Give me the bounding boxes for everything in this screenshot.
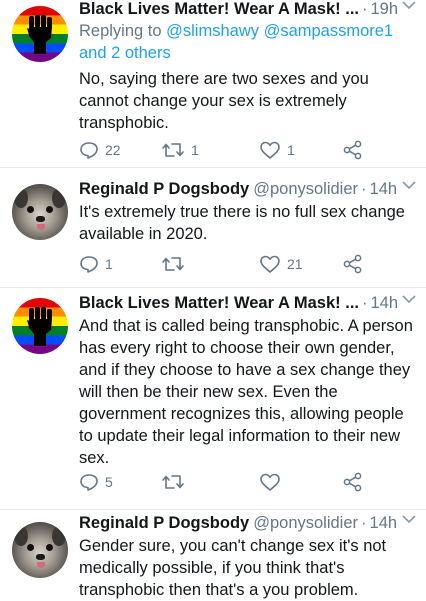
reply-context: Replying to @slimshawy @sampassmore1 and… (79, 20, 416, 64)
avatar[interactable] (12, 298, 68, 354)
heart-icon (260, 473, 280, 491)
display-name[interactable]: Reginald P Dogsbody (79, 180, 249, 199)
retweet-icon (162, 143, 184, 157)
dog-tongue (37, 562, 45, 568)
tweet-header: Reginald P Dogsbody @ponysolidier · 14h (79, 512, 416, 534)
timestamp[interactable]: 19h (371, 0, 399, 19)
dog-nose (36, 554, 45, 560)
reply-prefix: Replying to (79, 22, 167, 40)
tweet-text: No, saying there are two sexes and you c… (79, 70, 369, 132)
tweet-header: Black Lives Matter! Wear A Mask! ... · 1… (79, 0, 416, 20)
reply-others-link[interactable]: and 2 others (79, 44, 171, 62)
like-button[interactable] (259, 472, 343, 492)
dog-ear (14, 526, 28, 546)
tweet-actions: 22 1 1 (79, 140, 369, 160)
dog-ear (52, 188, 66, 208)
tweet-text: It's extremely true there is no full sex… (79, 203, 405, 243)
timestamp[interactable]: 14h (371, 294, 399, 313)
like-count: 21 (287, 256, 303, 272)
avatar[interactable] (12, 522, 68, 578)
reply-icon (80, 474, 98, 491)
tweet-header: Black Lives Matter! Wear A Mask! ... · 1… (79, 292, 416, 314)
display-name[interactable]: Reginald P Dogsbody (79, 514, 249, 533)
timestamp[interactable]: 14h (370, 514, 398, 533)
heart-icon (260, 255, 280, 273)
chevron-down-icon[interactable] (402, 514, 416, 524)
like-button[interactable]: 21 (259, 254, 343, 274)
dog-eye (27, 544, 34, 551)
dog-eye (27, 206, 34, 213)
retweet-button[interactable] (161, 472, 259, 492)
like-button[interactable]: 1 (259, 140, 343, 160)
raised-fist-icon (27, 307, 52, 346)
retweet-button[interactable]: 1 (161, 140, 259, 160)
reply-button[interactable]: 5 (79, 472, 161, 492)
retweet-icon (162, 475, 184, 489)
dog-eye (46, 206, 53, 213)
display-name[interactable]: Black Lives Matter! Wear A Mask! ... (79, 0, 359, 19)
tweet-text: Gender sure, you can't change sex it's n… (79, 537, 387, 599)
chevron-down-icon[interactable] (402, 0, 416, 10)
timeline: Black Lives Matter! Wear A Mask! ... · 1… (0, 0, 426, 600)
avatar[interactable] (12, 6, 68, 62)
reply-button[interactable]: 22 (79, 140, 161, 160)
share-icon (343, 472, 362, 492)
reply-handles-link[interactable]: @slimshawy @sampassmore1 (166, 22, 393, 40)
separator-dot: · (361, 513, 367, 532)
user-handle[interactable]: @ponysolidier (253, 180, 358, 199)
heart-icon (260, 141, 280, 159)
avatar[interactable] (12, 184, 68, 240)
display-name[interactable]: Black Lives Matter! Wear A Mask! ... (79, 294, 359, 313)
retweet-icon (162, 257, 184, 271)
share-button[interactable] (343, 254, 363, 274)
tweet[interactable]: Black Lives Matter! Wear A Mask! ... · 1… (0, 0, 426, 168)
separator-dot: · (362, 293, 368, 312)
reply-count: 5 (105, 474, 113, 490)
chevron-down-icon[interactable] (402, 294, 416, 304)
share-button[interactable] (343, 140, 363, 160)
separator-dot: · (361, 179, 367, 198)
like-count: 1 (287, 142, 295, 158)
timestamp[interactable]: 14h (370, 180, 398, 199)
tweet-header: Reginald P Dogsbody @ponysolidier · 14h (79, 178, 416, 200)
retweet-button[interactable] (161, 254, 259, 274)
chevron-down-icon[interactable] (402, 180, 416, 190)
tweet[interactable]: Black Lives Matter! Wear A Mask! ... · 1… (0, 288, 426, 510)
separator-dot: · (362, 0, 368, 18)
tweet-actions: 5 (79, 472, 369, 492)
dog-eye (46, 544, 53, 551)
tweet-text: And that is called being transphobic. A … (79, 317, 413, 467)
reply-count: 22 (105, 142, 121, 158)
reply-count: 1 (105, 256, 113, 272)
user-handle[interactable]: @ponysolidier (253, 514, 358, 533)
retweet-count: 1 (191, 142, 199, 158)
raised-fist-icon (27, 15, 52, 54)
share-button[interactable] (343, 472, 363, 492)
reply-icon (80, 256, 98, 273)
dog-ear (14, 188, 28, 208)
dog-ear (52, 526, 66, 546)
share-icon (343, 254, 362, 274)
dog-tongue (37, 224, 45, 230)
tweet[interactable]: Reginald P Dogsbody @ponysolidier · 14h … (0, 510, 426, 600)
tweet-actions: 1 21 (79, 254, 369, 274)
tweet[interactable]: Reginald P Dogsbody @ponysolidier · 14h … (0, 168, 426, 288)
share-icon (343, 140, 362, 160)
reply-button[interactable]: 1 (79, 254, 161, 274)
reply-icon (80, 142, 98, 159)
dog-nose (36, 216, 45, 222)
